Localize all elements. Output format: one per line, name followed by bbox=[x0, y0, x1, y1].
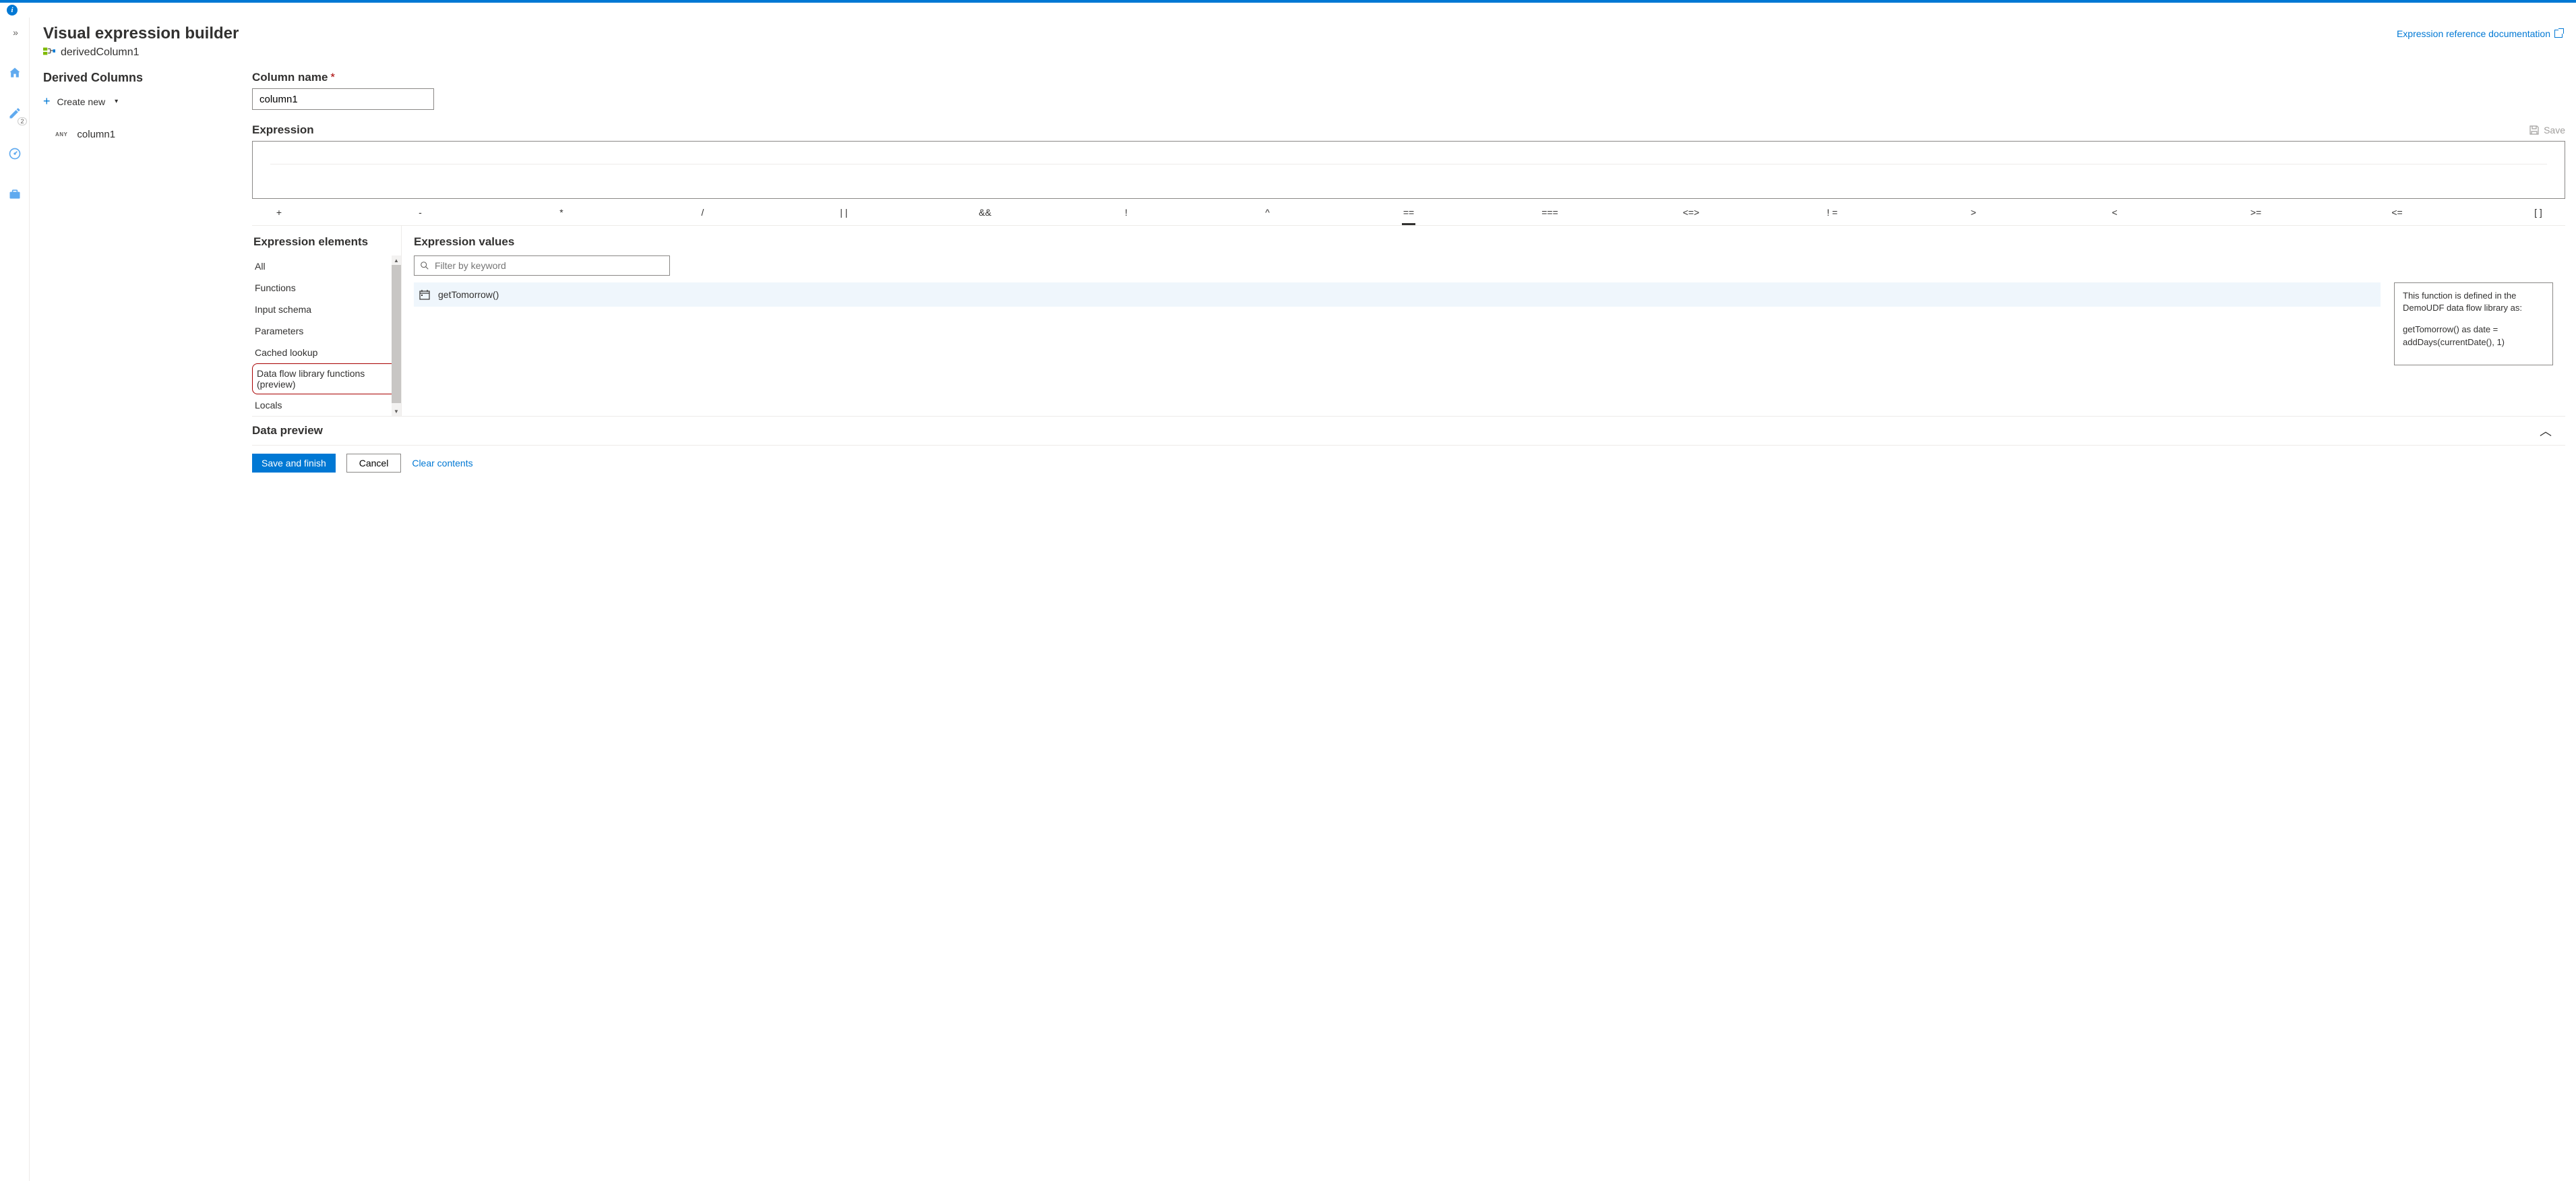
save-icon bbox=[2529, 125, 2540, 135]
manage-nav-button[interactable] bbox=[4, 183, 26, 205]
derived-column-icon bbox=[43, 46, 55, 59]
data-preview-title: Data preview bbox=[252, 424, 323, 437]
plus-icon: + bbox=[43, 94, 51, 109]
column-name-input[interactable] bbox=[252, 88, 434, 110]
element-category-item[interactable]: Input schema bbox=[252, 299, 401, 320]
home-icon bbox=[8, 66, 22, 80]
op-gte[interactable]: >= bbox=[2236, 207, 2276, 218]
clear-contents-link[interactable]: Clear contents bbox=[412, 458, 472, 468]
op-divide[interactable]: / bbox=[683, 207, 723, 218]
op-lt[interactable]: < bbox=[2095, 207, 2135, 218]
create-new-button[interactable]: + Create new ▾ bbox=[43, 94, 118, 109]
save-expression-button[interactable]: Save bbox=[2529, 125, 2565, 135]
value-item-label: getTomorrow() bbox=[438, 289, 499, 300]
op-minus[interactable]: - bbox=[400, 207, 441, 218]
column-name-label: Column name* bbox=[252, 71, 335, 84]
element-category-item[interactable]: Functions bbox=[252, 277, 401, 299]
element-category-item[interactable]: Locals bbox=[252, 394, 401, 416]
element-category-item[interactable]: Parameters bbox=[252, 320, 401, 342]
info-icon[interactable]: i bbox=[7, 5, 18, 16]
op-eq[interactable]: == bbox=[1388, 207, 1429, 218]
op-plus[interactable]: + bbox=[259, 207, 299, 218]
author-badge: 2 bbox=[18, 117, 26, 125]
op-lte[interactable]: <= bbox=[2377, 207, 2418, 218]
filter-input-wrapper[interactable] bbox=[414, 255, 670, 276]
collapse-rail-button[interactable]: » bbox=[4, 22, 26, 43]
filter-input[interactable] bbox=[435, 260, 664, 271]
doc-link[interactable]: Expression reference documentation bbox=[2397, 28, 2563, 39]
derived-columns-heading: Derived Columns bbox=[43, 71, 252, 85]
expression-values-title: Expression values bbox=[414, 235, 2553, 249]
toolbox-icon bbox=[8, 187, 22, 201]
function-description-tooltip: This function is defined in the DemoUDF … bbox=[2394, 282, 2553, 365]
op-and[interactable]: && bbox=[965, 207, 1006, 218]
save-and-finish-button[interactable]: Save and finish bbox=[252, 454, 336, 473]
type-badge: ANY bbox=[55, 131, 67, 138]
operator-toolbar: + - * / | | && ! ^ == === <=> ! = > < >=… bbox=[252, 207, 2565, 218]
op-or[interactable]: | | bbox=[824, 207, 864, 218]
calendar-icon bbox=[419, 289, 430, 300]
data-preview-bar[interactable]: Data preview ︿ bbox=[252, 416, 2565, 445]
op-index[interactable]: [ ] bbox=[2518, 207, 2558, 218]
author-nav-button[interactable]: 2 bbox=[4, 102, 26, 124]
chevron-up-icon[interactable]: ︿ bbox=[2540, 422, 2552, 440]
element-category-item[interactable]: All bbox=[252, 255, 401, 277]
cancel-button[interactable]: Cancel bbox=[346, 454, 402, 473]
value-item-gettomorrow[interactable]: getTomorrow() bbox=[414, 282, 2381, 307]
op-multiply[interactable]: * bbox=[541, 207, 582, 218]
element-category-item[interactable]: Data flow library functions (preview) bbox=[252, 363, 401, 394]
op-neq[interactable]: ! = bbox=[1812, 207, 1853, 218]
home-nav-button[interactable] bbox=[4, 62, 26, 84]
column-list-item[interactable]: ANY column1 bbox=[55, 129, 252, 140]
breadcrumb-text: derivedColumn1 bbox=[61, 47, 140, 59]
expression-label: Expression bbox=[252, 123, 314, 137]
chevron-down-icon: ▾ bbox=[115, 98, 118, 105]
expression-elements-title: Expression elements bbox=[252, 235, 401, 249]
op-eqstrict[interactable]: === bbox=[1530, 207, 1570, 218]
elements-scrollbar[interactable]: ▲ ▼ bbox=[392, 255, 401, 416]
gauge-icon bbox=[8, 147, 22, 160]
expression-editor[interactable] bbox=[252, 141, 2565, 199]
external-link-icon bbox=[2554, 30, 2563, 38]
op-not[interactable]: ! bbox=[1106, 207, 1146, 218]
column-item-name: column1 bbox=[77, 129, 115, 140]
search-icon bbox=[420, 261, 429, 270]
element-category-item[interactable]: Cached lookup bbox=[252, 342, 401, 363]
page-title: Visual expression builder bbox=[43, 24, 239, 43]
left-nav-rail: » 2 bbox=[0, 18, 30, 1181]
op-gt[interactable]: > bbox=[1953, 207, 1994, 218]
info-bar: i bbox=[0, 3, 2576, 18]
footer-actions: Save and finish Cancel Clear contents bbox=[252, 445, 2565, 483]
monitor-nav-button[interactable] bbox=[4, 143, 26, 164]
op-xor[interactable]: ^ bbox=[1248, 207, 1288, 218]
op-spaceship[interactable]: <=> bbox=[1671, 207, 1711, 218]
